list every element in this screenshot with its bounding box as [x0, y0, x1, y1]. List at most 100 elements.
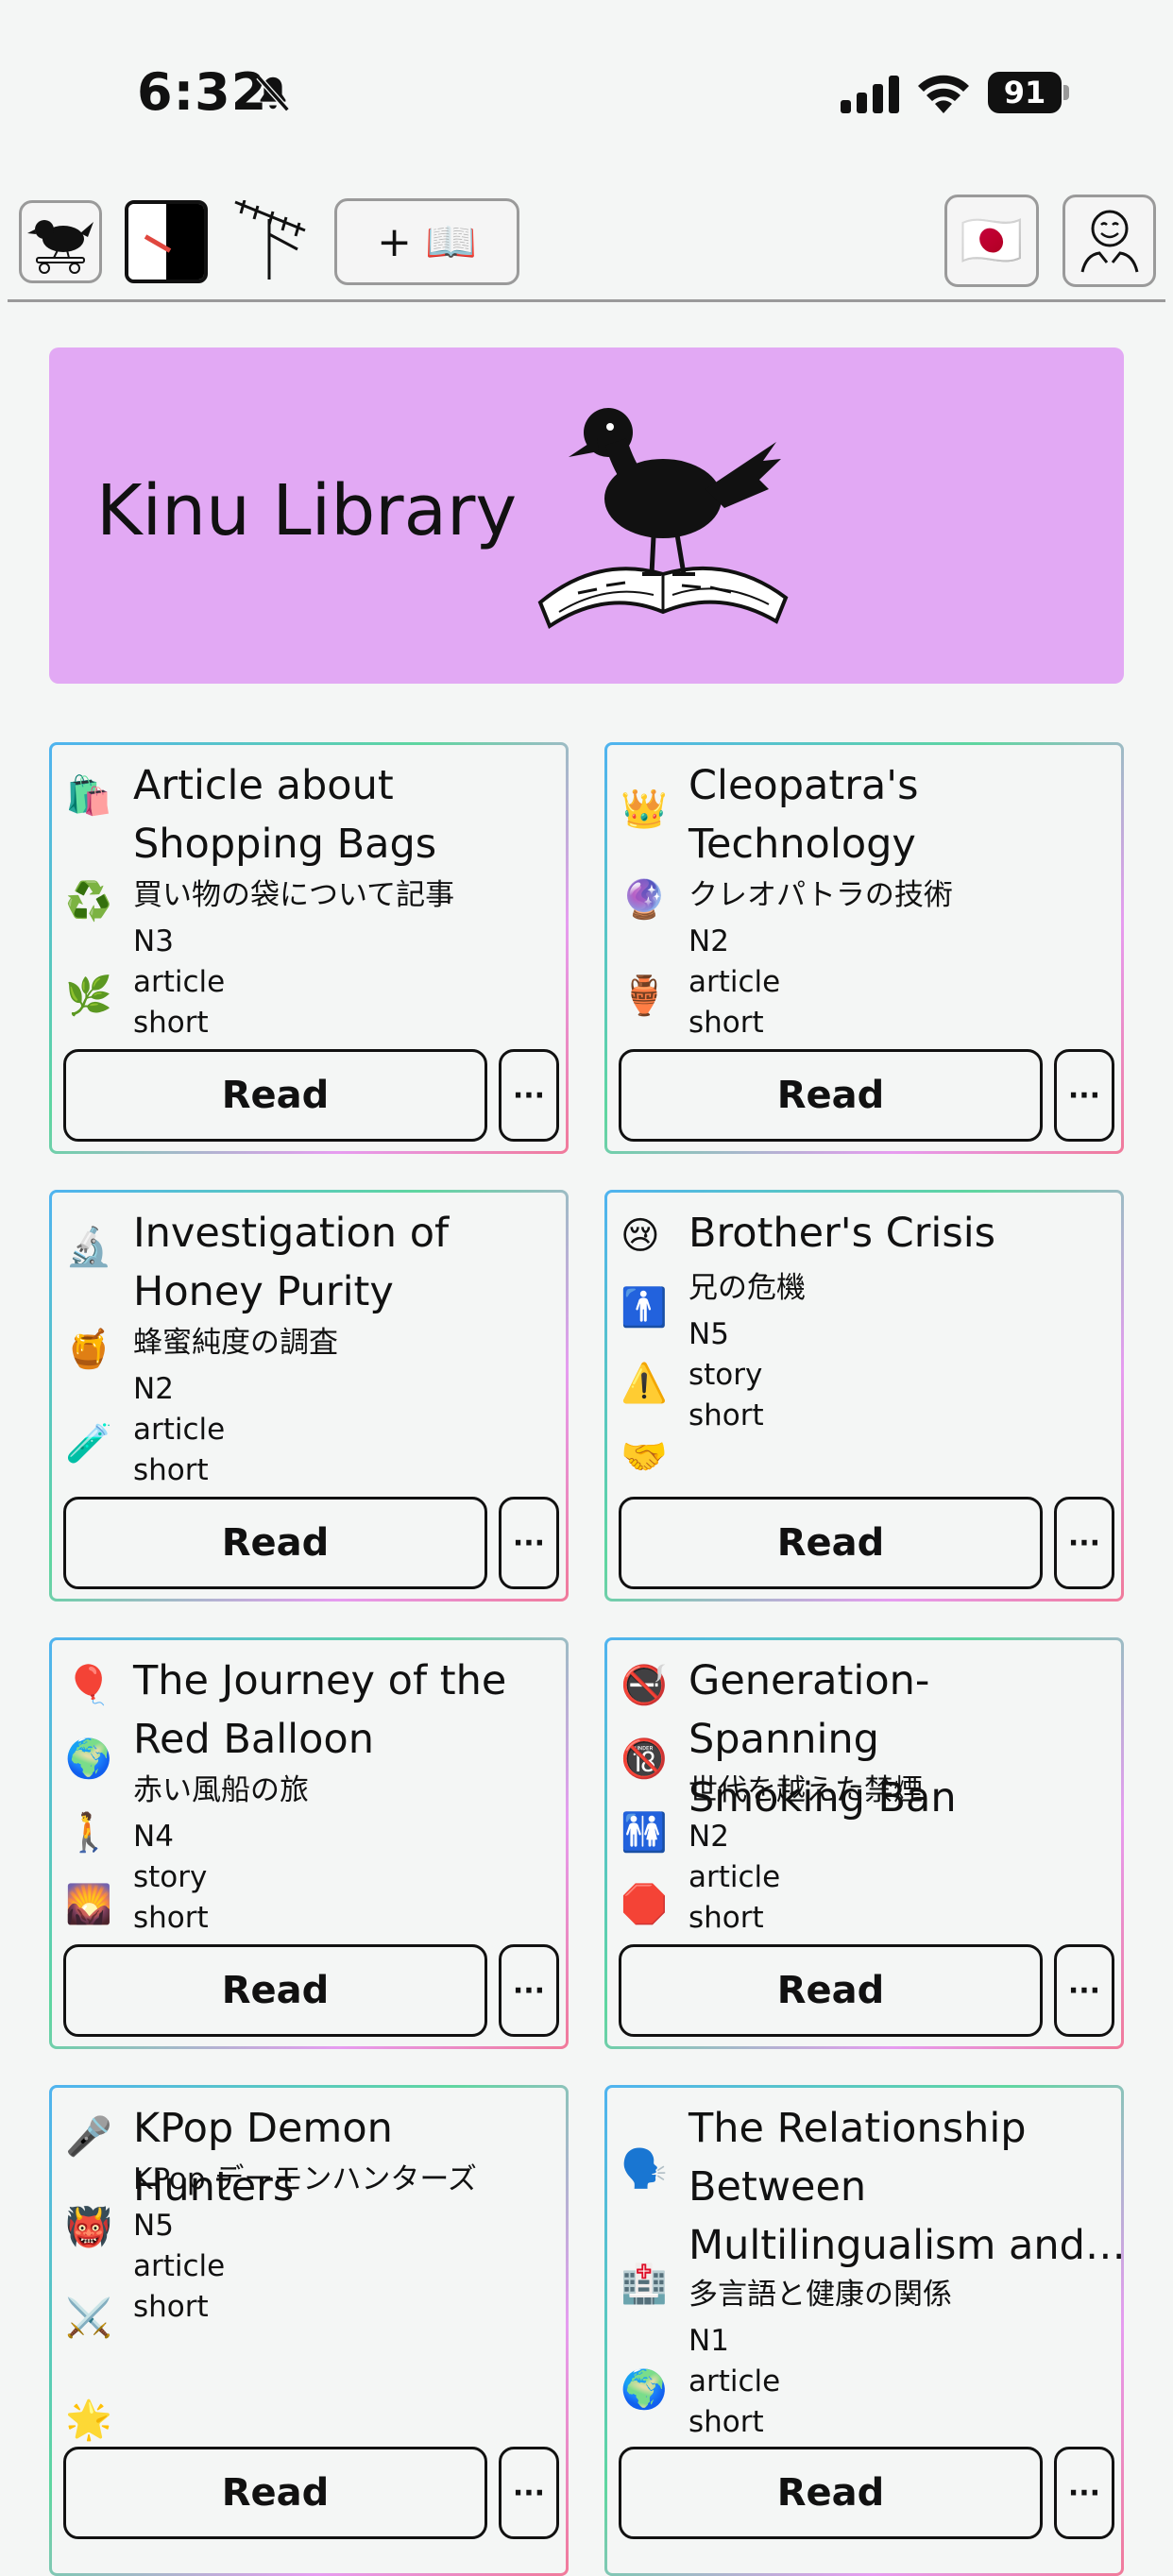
crying-face-icon: 😢	[620, 1214, 660, 1258]
story-card: 🎤 👹 ⚔️ 🌟 KPop Demon Hunters KPop デーモンハンタ…	[49, 2085, 569, 2576]
under-18-icon: 🔞	[620, 1737, 668, 1781]
more-options-button[interactable]: ···	[499, 1049, 559, 1142]
microphone-icon: 🎤	[65, 2115, 112, 2159]
globe-icon: 🌍	[65, 1737, 112, 1781]
card-level: N5	[133, 2209, 174, 2243]
speaking-head-icon: 🗣️	[620, 2147, 668, 2191]
bird-skateboard-icon	[27, 220, 94, 274]
story-card: 🚭 🔞 🚻 🛑 Generation-Spanning Smoking Ban 世…	[604, 1637, 1124, 2049]
story-card: 🎈 🌍 🚶 🌄 The Journey of the Red Balloon 赤い…	[49, 1637, 569, 2049]
card-title: Investigation of Honey Purity	[133, 1210, 450, 1315]
wifi-icon	[918, 75, 969, 113]
mens-room-icon: 🚹	[620, 1286, 668, 1330]
story-card: 🛍️ ♻️ 🌿 Article about Shopping Bags 買い物の袋…	[49, 742, 569, 1154]
read-button[interactable]: Read	[63, 1944, 487, 2037]
card-length: short	[133, 1901, 209, 1935]
card-length: short	[133, 1453, 209, 1487]
card-type: article	[688, 965, 781, 999]
card-length: short	[688, 2405, 764, 2439]
card-level: N2	[688, 924, 729, 958]
card-subtitle: 多言語と健康の関係	[688, 2278, 952, 2312]
card-subtitle: クレオパトラの技術	[688, 878, 953, 912]
card-title: The Relationship Between Multilingualism a…	[688, 2105, 1126, 2269]
banner-title: Kinu Library	[96, 470, 518, 551]
no-smoking-icon: 🚭	[620, 1664, 668, 1707]
card-type: article	[133, 1413, 226, 1447]
read-button[interactable]: Read	[619, 1497, 1043, 1589]
warning-icon: ⚠️	[620, 1362, 668, 1405]
globe-icon: 🌍	[620, 2368, 668, 2412]
more-options-button[interactable]: ···	[499, 2447, 559, 2539]
cellular-signal-icon	[841, 76, 899, 113]
card-subtitle: KPop デーモンハンターズ	[133, 2162, 477, 2196]
restroom-icon: 🚻	[620, 1811, 668, 1855]
read-button[interactable]: Read	[619, 1944, 1043, 2037]
card-length: short	[133, 1006, 209, 1040]
status-time: 6:32	[137, 62, 268, 122]
card-subtitle: 買い物の袋について記事	[133, 878, 455, 912]
handshake-icon: 🤝	[620, 1435, 668, 1479]
amphora-icon: 🏺	[620, 974, 668, 1018]
more-options-button[interactable]: ···	[499, 1497, 559, 1589]
microscope-icon: 🔬	[65, 1226, 112, 1269]
recycle-icon: ♻️	[65, 880, 112, 924]
language-flag-button[interactable]: 🇯🇵	[944, 195, 1039, 287]
card-length: short	[688, 1006, 764, 1040]
card-title: The Journey of the Red Balloon	[133, 1657, 507, 1763]
card-level: N2	[688, 1820, 729, 1854]
read-button[interactable]: Read	[619, 1049, 1043, 1142]
card-level: N2	[133, 1372, 174, 1406]
walking-person-icon: 🚶	[65, 1811, 112, 1855]
add-book-button[interactable]: + 📖	[334, 198, 519, 285]
read-button[interactable]: Read	[63, 1497, 487, 1589]
balloon-icon: 🎈	[65, 1664, 112, 1707]
shopping-bags-icon: 🛍️	[65, 774, 112, 818]
story-card: 🔬 🍯 🧪 Investigation of Honey Purity 蜂蜜純度の…	[49, 1190, 569, 1602]
theme-toggle-button[interactable]	[125, 200, 208, 283]
home-logo-button[interactable]	[19, 200, 102, 283]
more-options-button[interactable]: ···	[1054, 2447, 1114, 2539]
more-options-button[interactable]: ···	[1054, 1049, 1114, 1142]
ogre-icon: 👹	[65, 2206, 112, 2249]
read-button[interactable]: Read	[619, 2447, 1043, 2539]
card-length: short	[688, 1398, 764, 1432]
bell-slash-icon	[256, 75, 290, 112]
more-options-button[interactable]: ···	[1054, 1497, 1114, 1589]
read-button[interactable]: Read	[63, 1049, 487, 1142]
card-level: N4	[133, 1820, 174, 1854]
card-type: article	[133, 965, 226, 999]
test-tube-icon: 🧪	[65, 1422, 112, 1466]
card-level: N5	[688, 1317, 729, 1351]
herb-icon: 🌿	[65, 974, 112, 1018]
profile-button[interactable]	[1062, 195, 1156, 287]
card-title: Cleopatra's Technology	[688, 762, 919, 868]
toolbar-divider	[8, 299, 1165, 302]
crystal-ball-icon: 🔮	[620, 878, 668, 922]
card-subtitle: 世代を越えた禁煙	[688, 1773, 923, 1807]
crown-icon: 👑	[620, 788, 668, 831]
card-type: article	[688, 1860, 781, 1894]
antenna-icon[interactable]	[231, 200, 309, 280]
card-title: Brother's Crisis	[688, 1210, 996, 1257]
more-options-button[interactable]: ···	[1054, 1944, 1114, 2037]
card-type: article	[688, 2364, 781, 2398]
card-subtitle: 兄の危機	[688, 1271, 806, 1305]
read-button[interactable]: Read	[63, 2447, 487, 2539]
card-subtitle: 蜂蜜純度の調査	[133, 1326, 338, 1360]
card-type: story	[133, 1860, 208, 1894]
card-level: N1	[688, 2324, 729, 2358]
bird-on-book-icon	[537, 408, 789, 630]
profile-icon	[1080, 210, 1138, 273]
card-length: short	[688, 1901, 764, 1935]
card-subtitle: 赤い風船の旅	[133, 1773, 309, 1807]
star-icon: 🌟	[65, 2398, 112, 2442]
card-length: short	[133, 2290, 209, 2324]
more-options-button[interactable]: ···	[499, 1944, 559, 2037]
honey-pot-icon: 🍯	[65, 1328, 112, 1371]
status-bar: 6:32 91	[0, 0, 1173, 189]
stop-sign-icon: 🛑	[620, 1883, 668, 1926]
card-title: Article about Shopping Bags	[133, 762, 437, 868]
story-card: 👑 🔮 🏺 Cleopatra's Technology クレオパトラの技術 N2…	[604, 742, 1124, 1154]
card-type: article	[133, 2249, 226, 2283]
story-card: 😢 🚹 ⚠️ 🤝 Brother's Crisis 兄の危機 N5 story …	[604, 1190, 1124, 1602]
